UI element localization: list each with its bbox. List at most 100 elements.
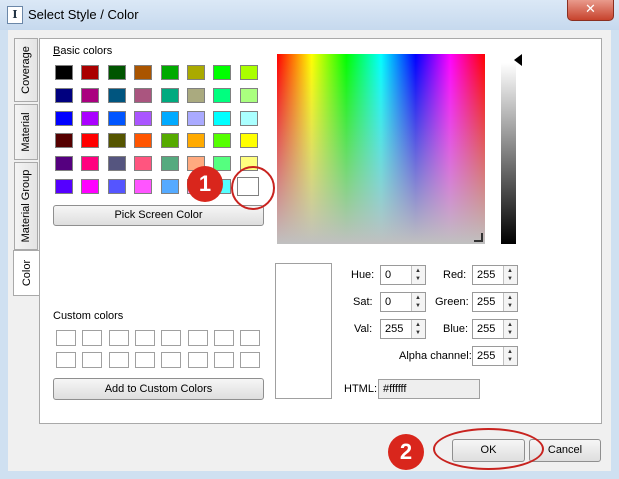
basic-color-swatch[interactable] <box>160 156 179 172</box>
basic-color-swatch[interactable] <box>107 133 126 149</box>
basic-color-swatch[interactable] <box>213 110 232 126</box>
spin-down-icon[interactable]: ▼ <box>507 303 513 309</box>
basic-color-swatch[interactable] <box>160 133 179 149</box>
custom-color-slot[interactable] <box>240 330 261 346</box>
spin-up-icon[interactable]: ▲ <box>415 268 421 274</box>
basic-color-swatch[interactable] <box>55 179 73 194</box>
hue-spinbox[interactable]: 0 ▲ ▼ <box>380 265 426 285</box>
custom-color-slot[interactable] <box>108 330 129 346</box>
spin-up-icon[interactable]: ▲ <box>507 322 513 328</box>
basic-color-swatch[interactable] <box>134 133 153 149</box>
basic-color-swatch[interactable] <box>187 110 205 126</box>
basic-color-swatch[interactable] <box>55 65 73 80</box>
basic-color-swatch[interactable] <box>187 133 205 149</box>
custom-color-slot[interactable] <box>56 330 76 346</box>
spin-arrows[interactable]: ▲ ▼ <box>503 347 517 365</box>
custom-color-slot[interactable] <box>82 352 103 368</box>
basic-colors-label-text: asic colors <box>60 45 113 57</box>
basic-color-swatch[interactable] <box>213 65 232 80</box>
basic-color-swatch[interactable] <box>160 110 179 126</box>
vertical-tab-bar: Coverage Material Material Group Color <box>13 38 40 296</box>
blue-spinbox[interactable]: 255 ▲ ▼ <box>472 319 518 339</box>
spin-down-icon[interactable]: ▼ <box>507 330 513 336</box>
basic-color-swatch[interactable] <box>134 179 153 194</box>
luminance-arrow-icon[interactable] <box>514 54 522 66</box>
basic-color-swatch[interactable] <box>239 110 258 126</box>
custom-color-slot[interactable] <box>187 352 208 368</box>
custom-color-slot[interactable] <box>213 352 234 368</box>
spin-arrows[interactable]: ▲ ▼ <box>503 266 517 284</box>
sat-spinbox[interactable]: 0 ▲ ▼ <box>380 292 426 312</box>
spin-up-icon[interactable]: ▲ <box>507 268 513 274</box>
title-bar: I Select Style / Color ✕ <box>0 0 619 30</box>
spin-up-icon[interactable]: ▲ <box>415 322 421 328</box>
red-spinbox[interactable]: 255 ▲ ▼ <box>472 265 518 285</box>
custom-color-slot[interactable] <box>108 352 129 368</box>
spin-down-icon[interactable]: ▼ <box>415 330 421 336</box>
spin-down-icon[interactable]: ▼ <box>415 303 421 309</box>
basic-color-swatch[interactable] <box>107 179 126 194</box>
basic-color-swatch[interactable] <box>81 65 100 80</box>
basic-color-swatch[interactable] <box>55 156 73 172</box>
basic-color-swatch[interactable] <box>134 87 153 103</box>
custom-color-slot[interactable] <box>56 352 76 368</box>
basic-color-swatch[interactable] <box>134 110 153 126</box>
tab-color[interactable]: Color <box>13 250 40 296</box>
tab-coverage[interactable]: Coverage <box>14 38 38 102</box>
tab-material[interactable]: Material <box>14 104 38 160</box>
custom-color-slot[interactable] <box>161 352 182 368</box>
basic-color-swatch[interactable] <box>239 65 258 80</box>
custom-color-slot[interactable] <box>134 330 155 346</box>
custom-color-slot[interactable] <box>161 330 182 346</box>
custom-color-slot[interactable] <box>134 352 155 368</box>
val-spinbox[interactable]: 255 ▲ ▼ <box>380 319 426 339</box>
green-spinbox[interactable]: 255 ▲ ▼ <box>472 292 518 312</box>
basic-color-swatch[interactable] <box>55 133 73 149</box>
spin-arrows[interactable]: ▲ ▼ <box>411 266 425 284</box>
spin-up-icon[interactable]: ▲ <box>415 295 421 301</box>
tab-material-group[interactable]: Material Group <box>14 162 38 250</box>
basic-color-swatch[interactable] <box>107 156 126 172</box>
pick-screen-color-button[interactable]: Pick Screen Color <box>53 205 264 226</box>
basic-color-swatch[interactable] <box>81 179 100 194</box>
spin-up-icon[interactable]: ▲ <box>507 295 513 301</box>
custom-color-slot[interactable] <box>213 330 234 346</box>
spin-down-icon[interactable]: ▼ <box>507 357 513 363</box>
hue-saturation-spectrum[interactable] <box>277 54 485 244</box>
custom-color-slot[interactable] <box>82 330 103 346</box>
spin-down-icon[interactable]: ▼ <box>507 276 513 282</box>
basic-color-swatch[interactable] <box>81 156 100 172</box>
basic-color-swatch[interactable] <box>55 110 73 126</box>
basic-color-swatch[interactable] <box>239 133 258 149</box>
basic-color-swatch[interactable] <box>107 87 126 103</box>
basic-color-swatch[interactable] <box>187 87 205 103</box>
basic-color-swatch[interactable] <box>213 87 232 103</box>
spin-arrows[interactable]: ▲ ▼ <box>411 293 425 311</box>
basic-color-swatch[interactable] <box>134 65 153 80</box>
spin-arrows[interactable]: ▲ ▼ <box>503 293 517 311</box>
spin-up-icon[interactable]: ▲ <box>507 349 513 355</box>
basic-color-swatch[interactable] <box>81 87 100 103</box>
basic-color-swatch[interactable] <box>81 110 100 126</box>
close-button[interactable]: ✕ <box>567 0 614 21</box>
basic-color-swatch[interactable] <box>134 156 153 172</box>
basic-color-swatch[interactable] <box>213 133 232 149</box>
luminance-slider[interactable] <box>501 63 516 244</box>
alpha-spinbox[interactable]: 255 ▲ ▼ <box>472 346 518 366</box>
spin-down-icon[interactable]: ▼ <box>415 276 421 282</box>
basic-color-swatch[interactable] <box>160 65 179 80</box>
spin-arrows[interactable]: ▲ ▼ <box>503 320 517 338</box>
basic-color-swatch[interactable] <box>160 179 179 194</box>
basic-color-swatch[interactable] <box>55 87 73 103</box>
basic-color-swatch[interactable] <box>81 133 100 149</box>
basic-color-swatch[interactable] <box>107 65 126 80</box>
html-hex-field[interactable]: #ffffff <box>378 379 480 399</box>
basic-color-swatch[interactable] <box>239 87 258 103</box>
spin-arrows[interactable]: ▲ ▼ <box>411 320 425 338</box>
custom-color-slot[interactable] <box>240 352 261 368</box>
add-to-custom-colors-button[interactable]: Add to Custom Colors <box>53 378 264 400</box>
basic-color-swatch[interactable] <box>187 65 205 80</box>
basic-color-swatch[interactable] <box>160 87 179 103</box>
custom-color-slot[interactable] <box>187 330 208 346</box>
basic-color-swatch[interactable] <box>107 110 126 126</box>
